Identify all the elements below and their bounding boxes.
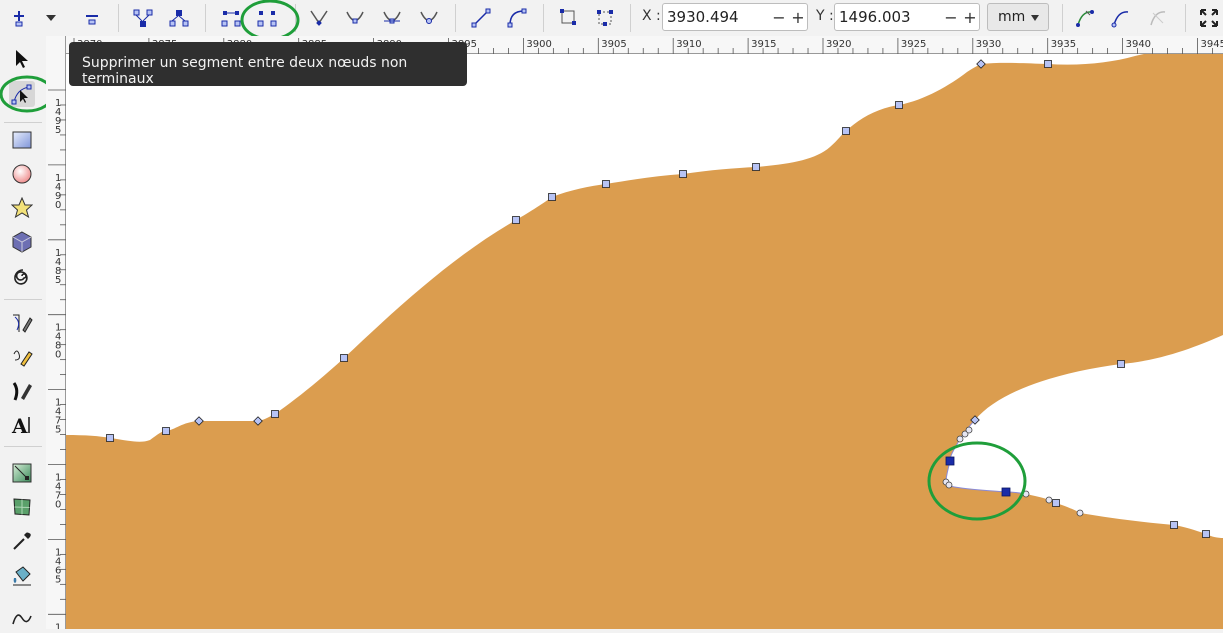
drawing-svg xyxy=(66,54,1223,629)
path-node[interactable] xyxy=(513,217,520,224)
node-tool-controls-bar: X : 3930.494 − + Y : 1496.003 − + mm xyxy=(0,0,1223,36)
path-node[interactable] xyxy=(1118,361,1125,368)
node-handle[interactable] xyxy=(966,427,972,433)
node-handle[interactable] xyxy=(946,482,952,488)
ruler-label: 3925 xyxy=(901,39,926,50)
ruler-label-char: 0 xyxy=(55,200,61,211)
svg-text:A: A xyxy=(11,414,28,436)
ruler-label: 3940 xyxy=(1126,39,1151,50)
show-clip-icon[interactable] xyxy=(1144,4,1172,32)
path-node[interactable] xyxy=(1171,522,1178,529)
x-increment-button[interactable]: + xyxy=(791,8,805,27)
y-increment-button[interactable]: + xyxy=(963,8,977,27)
path-node[interactable] xyxy=(1203,531,1210,538)
toolbox: A xyxy=(0,36,46,629)
path-node[interactable] xyxy=(1045,61,1052,68)
ruler-label-char: 5 xyxy=(55,275,61,286)
show-outline-icon[interactable] xyxy=(1107,4,1135,32)
dropper-tool-icon[interactable] xyxy=(9,528,35,554)
pen-tool-icon[interactable] xyxy=(9,310,35,336)
path-node[interactable] xyxy=(163,428,170,435)
highlight-circle-toolbar xyxy=(240,0,300,40)
object-to-path-icon[interactable] xyxy=(555,4,583,32)
calligraphy-tool-icon[interactable] xyxy=(9,378,35,404)
path-node[interactable] xyxy=(549,194,556,201)
node-handle[interactable] xyxy=(1046,497,1052,503)
selected-node[interactable] xyxy=(1002,488,1010,496)
path-node[interactable] xyxy=(896,102,903,109)
chevron-down-icon xyxy=(1030,14,1040,22)
path-node[interactable] xyxy=(603,181,610,188)
smooth-node-icon[interactable] xyxy=(341,4,369,32)
ruler-label: 3910 xyxy=(676,39,701,50)
ruler-label-char: 5 xyxy=(55,425,61,436)
stroke-to-path-icon[interactable] xyxy=(591,4,619,32)
dropdown-arrow-icon[interactable] xyxy=(41,4,61,32)
star-tool-icon[interactable] xyxy=(9,195,35,221)
y-label: Y : xyxy=(816,8,834,24)
spiral-tool-icon[interactable] xyxy=(9,263,35,289)
ruler-label-char: 1 xyxy=(55,622,61,629)
node-handle[interactable] xyxy=(957,436,963,442)
path-node[interactable] xyxy=(843,128,850,135)
break-path-icon[interactable] xyxy=(165,4,193,32)
ruler-label: 3920 xyxy=(826,39,851,50)
ruler-label: 3915 xyxy=(751,39,776,50)
insert-node-icon[interactable] xyxy=(5,4,33,32)
y-decrement-button[interactable]: − xyxy=(944,8,958,27)
ruler-label-char: 0 xyxy=(55,500,61,511)
pencil-tool-icon[interactable] xyxy=(9,344,35,370)
rectangle-tool-icon[interactable] xyxy=(9,127,35,153)
tooltip-text: Supprimer un segment entre deux nœuds no… xyxy=(82,55,407,87)
brown-shape[interactable] xyxy=(66,54,1223,629)
tooltip: Supprimer un segment entre deux nœuds no… xyxy=(69,42,467,86)
x-decrement-button[interactable]: − xyxy=(772,8,786,27)
ruler-label: 3930 xyxy=(976,39,1001,50)
join-nodes-icon[interactable] xyxy=(129,4,157,32)
auto-smooth-node-icon[interactable] xyxy=(415,4,443,32)
ruler-label-char: 5 xyxy=(55,125,61,136)
gradient-tool-icon[interactable] xyxy=(9,460,35,486)
path-node[interactable] xyxy=(107,435,114,442)
text-tool-icon[interactable]: A xyxy=(9,412,35,438)
delete-node-icon[interactable] xyxy=(78,4,106,32)
path-node[interactable] xyxy=(341,355,348,362)
path-node[interactable] xyxy=(680,171,687,178)
3d-box-tool-icon[interactable] xyxy=(9,229,35,255)
selected-node[interactable] xyxy=(946,457,954,465)
segment-to-line-icon[interactable] xyxy=(467,4,495,32)
x-coordinate-input[interactable]: 3930.494 xyxy=(662,3,808,31)
selector-tool-icon[interactable] xyxy=(9,46,35,72)
ruler-label: 3905 xyxy=(601,39,626,50)
show-handles-icon[interactable] xyxy=(1071,4,1099,32)
ruler-label: 3935 xyxy=(1051,39,1076,50)
drawing-canvas[interactable] xyxy=(66,54,1223,629)
y-coordinate-input[interactable]: 1496.003 xyxy=(834,3,980,31)
fit-canvas-icon[interactable] xyxy=(1195,4,1223,32)
circle-tool-icon[interactable] xyxy=(9,161,35,187)
x-label: X : xyxy=(642,8,661,24)
cusp-node-icon[interactable] xyxy=(305,4,333,32)
node-handle[interactable] xyxy=(1077,510,1083,516)
unit-select[interactable]: mm xyxy=(987,3,1049,31)
paint-bucket-tool-icon[interactable] xyxy=(9,562,35,588)
path-node[interactable] xyxy=(272,411,279,418)
unit-value: mm xyxy=(998,9,1025,25)
ruler-label-char: 0 xyxy=(55,350,61,361)
segment-to-curve-icon[interactable] xyxy=(503,4,531,32)
y-value: 1496.003 xyxy=(839,8,911,26)
vertical-ruler: 14951490148514801475147014651460 xyxy=(46,36,66,629)
tweak-tool-icon[interactable] xyxy=(9,604,35,630)
ruler-label-char: 5 xyxy=(55,574,61,585)
ruler-label: 3900 xyxy=(526,39,551,50)
symmetric-node-icon[interactable] xyxy=(378,4,406,32)
x-value: 3930.494 xyxy=(667,8,739,26)
path-node[interactable] xyxy=(1053,500,1060,507)
ruler-label: 3945 xyxy=(1201,39,1223,50)
path-node[interactable] xyxy=(753,164,760,171)
mesh-tool-icon[interactable] xyxy=(9,494,35,520)
